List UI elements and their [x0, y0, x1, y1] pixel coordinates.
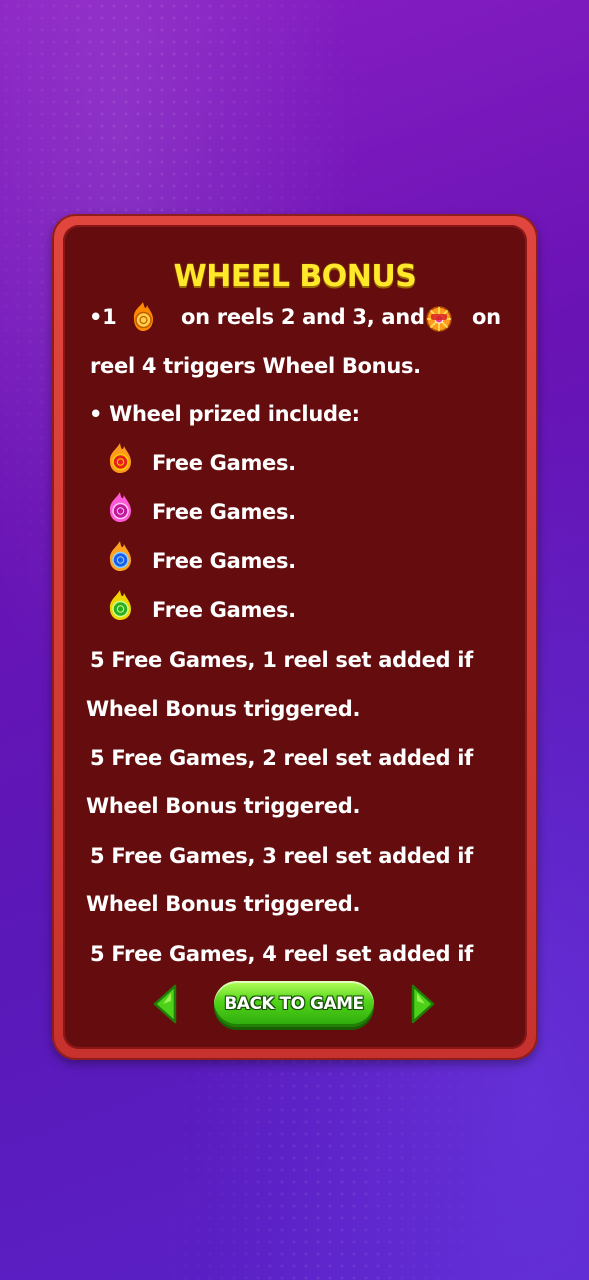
paytable-content: WHEEL BONUS •1 on reels 2 and 3, and on …	[63, 225, 527, 1049]
rule-text-trigger: reel 4 triggers Wheel Bonus.	[90, 354, 421, 378]
rule-text-reels: on reels 2 and 3, and	[181, 305, 425, 329]
rule-text-on: on	[472, 305, 501, 329]
back-to-game-button[interactable]: BACK TO GAME	[214, 981, 374, 1027]
fireball-red-icon	[109, 443, 131, 473]
prize-desc-1-cont: Wheel Bonus triggered.	[86, 697, 361, 721]
page-title: WHEEL BONUS	[173, 259, 417, 294]
fireball-blue-icon	[109, 541, 131, 571]
prize-desc-2: 5 Free Games, 2 reel set added if	[90, 746, 474, 770]
prize-desc-2-cont: Wheel Bonus triggered.	[86, 794, 361, 818]
fireball-green-icon	[109, 590, 131, 620]
rule-bullet-1: •1	[89, 305, 117, 329]
fireball-pink-icon	[109, 492, 131, 522]
wheel-bonus-icon	[426, 306, 452, 332]
fireball-orange-icon	[133, 302, 153, 331]
prize-label-4: Free Games.	[152, 598, 296, 622]
prize-label-1: Free Games.	[152, 451, 296, 475]
rule-bullet-2: • Wheel prized include:	[89, 402, 360, 426]
prize-desc-1: 5 Free Games, 1 reel set added if	[90, 648, 474, 672]
prize-desc-4: 5 Free Games, 4 reel set added if	[90, 942, 474, 966]
paytable-panel: WHEEL BONUS •1 on reels 2 and 3, and on …	[52, 214, 538, 1060]
prize-desc-3: 5 Free Games, 3 reel set added if	[90, 844, 474, 868]
arrow-right-icon[interactable]	[409, 983, 437, 1025]
prize-label-2: Free Games.	[152, 500, 296, 524]
prize-desc-3-cont: Wheel Bonus triggered.	[86, 892, 361, 916]
prize-label-3: Free Games.	[152, 549, 296, 573]
arrow-left-icon[interactable]	[151, 983, 179, 1025]
